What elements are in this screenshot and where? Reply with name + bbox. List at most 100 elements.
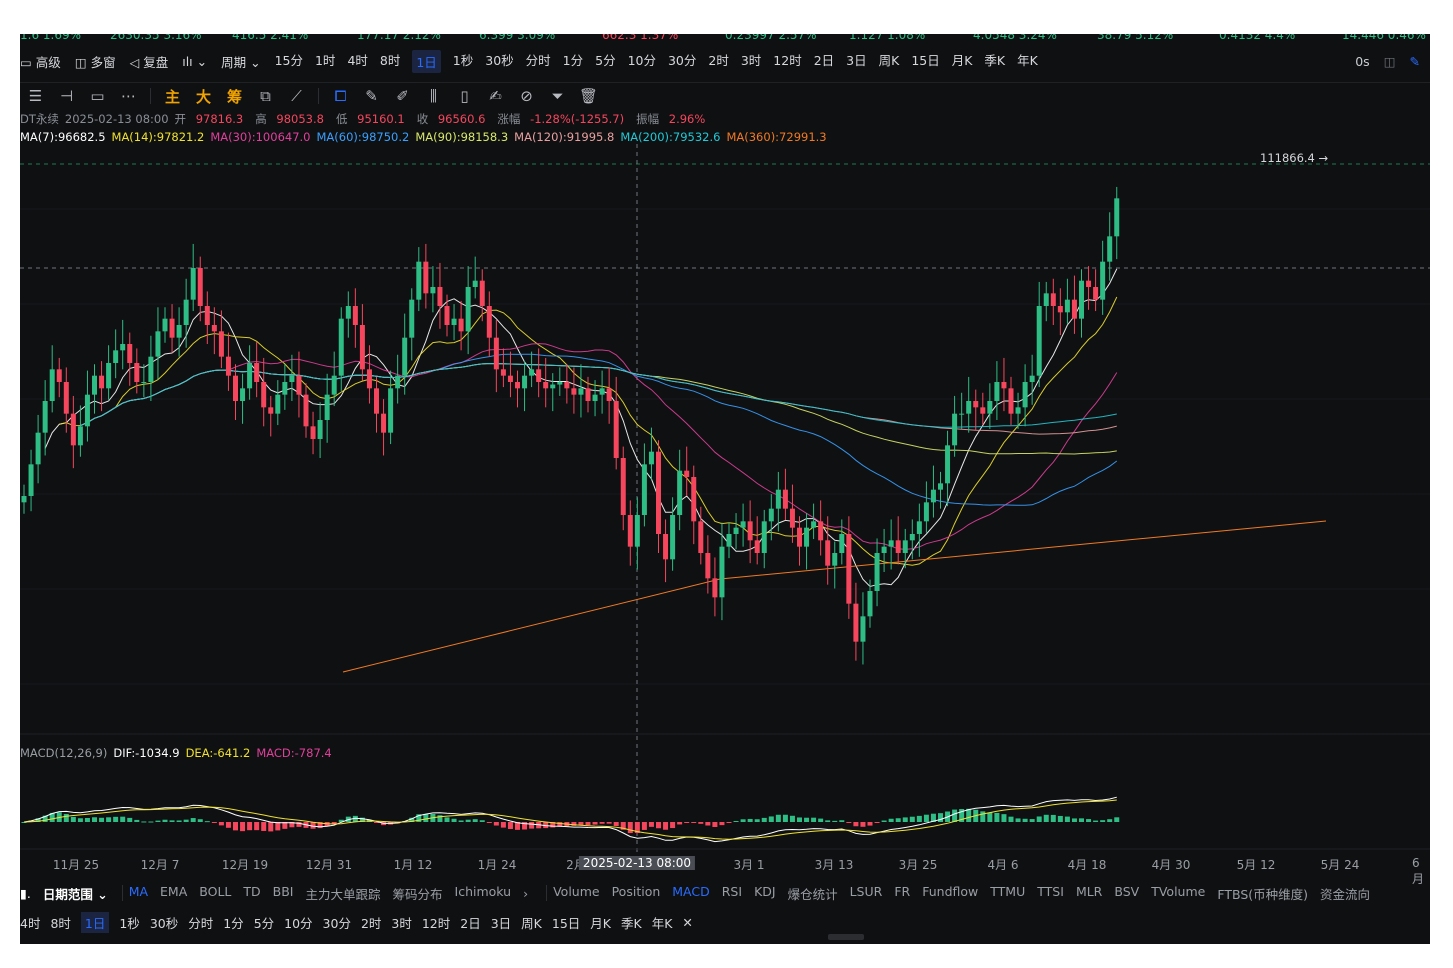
indicator-tab-Ichimoku[interactable]: Ichimoku: [455, 884, 512, 903]
timeframe-3日[interactable]: 3日: [846, 50, 866, 73]
edit-icon[interactable]: ✍: [480, 87, 511, 105]
indicator-tab-主力大单跟踪[interactable]: 主力大单跟踪: [306, 884, 381, 903]
indicator-tab-KDJ[interactable]: KDJ: [754, 884, 776, 903]
bottom-timeframe-月K[interactable]: 月K: [590, 913, 611, 932]
bottom-timeframe-1日[interactable]: 1日: [80, 911, 110, 933]
collapse-handle[interactable]: [828, 934, 864, 940]
timeframe-8时[interactable]: 8时: [380, 50, 400, 73]
indicator-tab-爆仓统计[interactable]: 爆仓统计: [788, 884, 838, 903]
bottom-timeframe-季K[interactable]: 季K: [621, 913, 642, 932]
bottom-timeframe-3日[interactable]: 3日: [491, 913, 511, 932]
multi-window-button[interactable]: ◫ 多窗: [75, 52, 116, 71]
ticker-item[interactable]: 6.399 3.09%: [479, 34, 555, 42]
chevron-right-icon[interactable]: ›: [523, 886, 528, 901]
indicator-tab-BOLL[interactable]: BOLL: [199, 884, 231, 903]
copy-icon[interactable]: ⧠: [325, 87, 356, 105]
bottom-timeframe-周K[interactable]: 周K: [521, 913, 542, 932]
note-icon[interactable]: ▯: [449, 87, 480, 105]
layout-icon[interactable]: ⧉: [250, 87, 281, 105]
timeframe-1秒[interactable]: 1秒: [453, 50, 473, 73]
replay-button[interactable]: ◁ 复盘: [130, 52, 169, 71]
indicator-tab-TTSI[interactable]: TTSI: [1037, 884, 1064, 903]
candles-icon[interactable]: ⫼: [418, 87, 449, 105]
indicator-tab-MACD[interactable]: MACD: [672, 884, 709, 903]
bottom-timeframe-4时[interactable]: 4时: [20, 913, 40, 932]
trash-icon[interactable]: 🗑: [573, 87, 604, 105]
bottom-timeframe-3时[interactable]: 3时: [391, 913, 411, 932]
ticker-item[interactable]: 0.4132 4.4%: [1219, 34, 1295, 42]
bottom-timeframe-5分[interactable]: 5分: [254, 913, 274, 932]
timeframe-10分[interactable]: 10分: [628, 50, 656, 73]
ticker-item[interactable]: 177.17 2.12%: [357, 34, 441, 42]
chart-type-icon[interactable]: ılı ⌄: [182, 54, 207, 69]
bottom-timeframe-1分[interactable]: 1分: [223, 913, 243, 932]
indicator-tab-MLR[interactable]: MLR: [1076, 884, 1102, 903]
ticker-item[interactable]: 1.127 1.08%: [849, 34, 925, 42]
bottom-timeframe-2时[interactable]: 2时: [361, 913, 381, 932]
indicator-tab-Position[interactable]: Position: [612, 884, 661, 903]
ticker-item[interactable]: 38.79 5.12%: [1097, 34, 1173, 42]
indicator-tab-RSI[interactable]: RSI: [722, 884, 742, 903]
timeframe-年K[interactable]: 年K: [1017, 50, 1038, 73]
bottom-timeframe-年K[interactable]: 年K: [652, 913, 673, 932]
indicator-tab-TD[interactable]: TD: [243, 884, 260, 903]
bottom-timeframe-2日[interactable]: 2日: [460, 913, 480, 932]
indicator-tab-FTBS(币种维度)[interactable]: FTBS(币种维度): [1217, 884, 1308, 903]
camera-icon[interactable]: ◫: [1384, 54, 1396, 69]
bottom-timeframe-8时[interactable]: 8时: [50, 913, 70, 932]
timeframe-分时[interactable]: 分时: [526, 50, 551, 73]
indicator-tab-TTMU[interactable]: TTMU: [990, 884, 1025, 903]
bottom-timeframe-1秒[interactable]: 1秒: [119, 913, 139, 932]
timeframe-1分[interactable]: 1分: [563, 50, 583, 73]
indicator-tab-BSV[interactable]: BSV: [1114, 884, 1139, 903]
timeframe-3时[interactable]: 3时: [741, 50, 761, 73]
timeframe-周K[interactable]: 周K: [879, 50, 900, 73]
timeframe-月K[interactable]: 月K: [952, 50, 973, 73]
ruler-icon[interactable]: ⟋: [281, 87, 312, 105]
ticker-item[interactable]: 662.3 1.37%: [602, 34, 678, 42]
timeframe-1日[interactable]: 1日: [412, 49, 441, 73]
rectangle-icon[interactable]: ▭: [82, 87, 113, 105]
filter-icon[interactable]: ⏷: [542, 87, 573, 105]
timeframe-12时[interactable]: 12时: [773, 50, 801, 73]
ticker-item[interactable]: 0.23997 2.57%: [725, 34, 817, 42]
horizontal-line-icon[interactable]: ⊣: [51, 87, 82, 105]
indicator-tab-TVolume[interactable]: TVolume: [1151, 884, 1205, 903]
price-chart[interactable]: 111866.4 →: [20, 34, 1430, 944]
pencil-icon[interactable]: ✎: [1410, 54, 1420, 69]
timeframe-4时[interactable]: 4时: [347, 50, 367, 73]
date-range-button[interactable]: 日期范围 ⌄: [43, 884, 108, 903]
period-dropdown[interactable]: 周期 ⌄: [221, 52, 260, 71]
bottom-timeframe-30秒[interactable]: 30秒: [150, 913, 178, 932]
timeframe-15分[interactable]: 15分: [275, 50, 303, 73]
magnet-icon[interactable]: ⊘: [511, 87, 542, 105]
indicator-tab-筹码分布[interactable]: 筹码分布: [393, 884, 443, 903]
big-order-button[interactable]: 大: [188, 86, 219, 107]
bottom-timeframe-30分[interactable]: 30分: [323, 913, 351, 932]
timeframe-30分[interactable]: 30分: [668, 50, 696, 73]
ticker-item[interactable]: 2630.35 3.16%: [110, 34, 202, 42]
timeframe-2时[interactable]: 2时: [708, 50, 728, 73]
bottom-timeframe-分时[interactable]: 分时: [188, 913, 213, 932]
main-force-button[interactable]: 主: [157, 86, 188, 107]
indicator-tab-EMA[interactable]: EMA: [160, 884, 187, 903]
bottom-timeframe-15日[interactable]: 15日: [552, 913, 580, 932]
indicator-tab-Fundflow[interactable]: Fundflow: [922, 884, 978, 903]
bottom-timeframe-12时[interactable]: 12时: [422, 913, 450, 932]
timeframe-季K[interactable]: 季K: [984, 50, 1005, 73]
chip-button[interactable]: 筹: [219, 86, 250, 107]
ticker-item[interactable]: 416.5 2.41%: [232, 34, 308, 42]
timeframe-30秒[interactable]: 30秒: [485, 50, 513, 73]
ticker-item[interactable]: 4.0548 3.24%: [973, 34, 1057, 42]
indicator-tab-资金流向[interactable]: 资金流向: [1320, 884, 1370, 903]
indicator-tab-LSUR[interactable]: LSUR: [850, 884, 883, 903]
indicator-tab-BBI[interactable]: BBI: [273, 884, 294, 903]
menu-icon[interactable]: ☰: [20, 87, 51, 105]
more-icon[interactable]: ⋯: [113, 87, 144, 105]
close-icon[interactable]: ✕: [682, 915, 692, 930]
ticker-item[interactable]: 14.446 0.46%: [1342, 34, 1426, 42]
ticker-item[interactable]: 1.6 1.69%: [20, 34, 81, 42]
bottom-timeframe-10分[interactable]: 10分: [284, 913, 312, 932]
indicator-tab-FR[interactable]: FR: [894, 884, 910, 903]
timeframe-1时[interactable]: 1时: [315, 50, 335, 73]
